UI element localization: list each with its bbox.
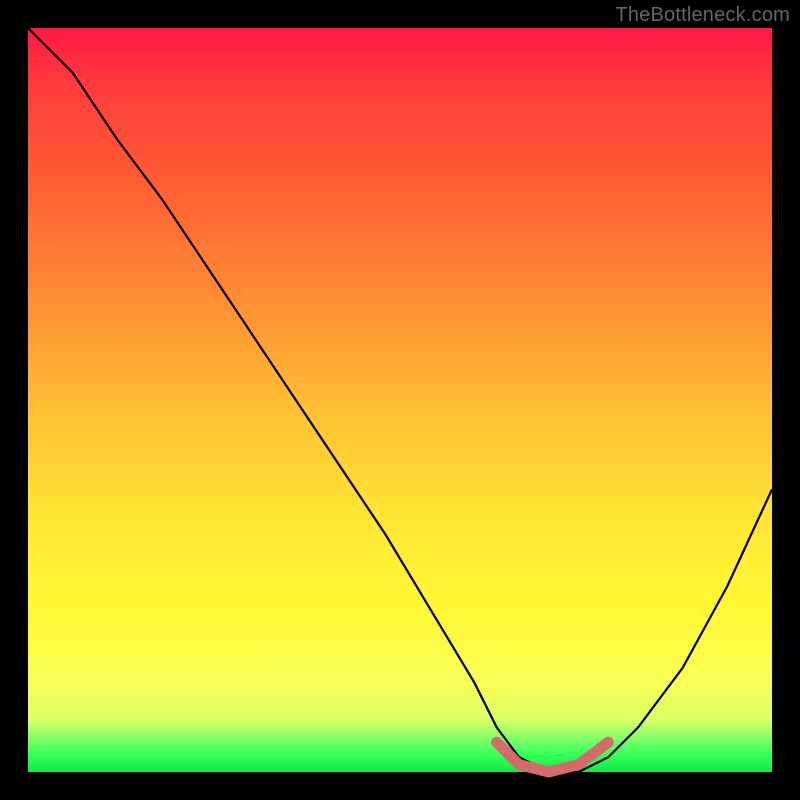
watermark-text: TheBottleneck.com [615,4,790,27]
optimal-range-highlight [497,742,609,772]
chart-frame: TheBottleneck.com [0,0,800,800]
curve-layer [28,28,772,772]
plot-area [28,28,772,772]
bottleneck-curve [28,28,772,772]
